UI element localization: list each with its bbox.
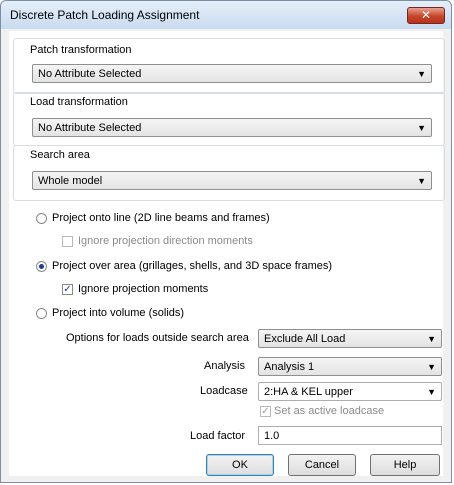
cancel-button[interactable]: Cancel (288, 454, 356, 476)
project-volume-radio[interactable] (36, 308, 47, 319)
close-icon: ✕ (420, 8, 432, 22)
chevron-down-icon: ▼ (417, 69, 426, 79)
patch-transformation-value: No Attribute Selected (38, 68, 142, 80)
outside-search-area-label: Options for loads outside search area (66, 332, 249, 344)
patch-transformation-select[interactable]: No Attribute Selected ▼ (32, 64, 432, 83)
analysis-label: Analysis (204, 360, 245, 372)
ignore-direction-moments-label: Ignore projection direction moments (78, 235, 253, 247)
project-area-label: Project over area (grillages, shells, an… (52, 260, 333, 272)
load-transformation-value: No Attribute Selected (38, 122, 142, 134)
close-button[interactable]: ✕ (407, 7, 445, 24)
search-area-label: Search area (28, 149, 92, 161)
set-active-loadcase-checkbox[interactable]: ✓ (260, 406, 271, 417)
chevron-down-icon: ▼ (417, 176, 426, 186)
load-factor-label: Load factor (190, 430, 246, 442)
loadcase-label: Loadcase (200, 385, 248, 397)
analysis-select[interactable]: Analysis 1 ▼ (258, 357, 442, 376)
chevron-down-icon: ▼ (417, 123, 426, 133)
set-active-loadcase-label: Set as active loadcase (274, 405, 385, 417)
outside-search-area-select[interactable]: Exclude All Load ▼ (258, 329, 442, 348)
analysis-value: Analysis 1 (264, 361, 315, 373)
project-volume-label: Project into volume (solids) (52, 307, 185, 319)
chevron-down-icon: ▼ (427, 387, 436, 397)
help-button[interactable]: Help (370, 454, 440, 476)
load-transformation-select[interactable]: No Attribute Selected ▼ (32, 118, 432, 137)
project-line-radio[interactable] (36, 213, 47, 224)
ignore-projection-moments-label: Ignore projection moments (78, 283, 209, 295)
chevron-down-icon: ▼ (427, 334, 436, 344)
ok-button[interactable]: OK (206, 454, 274, 476)
load-factor-value: 1.0 (264, 430, 280, 442)
search-area-select[interactable]: Whole model ▼ (32, 171, 432, 190)
check-icon: ✓ (63, 284, 72, 295)
search-area-value: Whole model (38, 175, 103, 187)
project-area-radio[interactable] (36, 261, 47, 272)
project-line-label: Project onto line (2D line beams and fra… (52, 212, 270, 224)
title-bar[interactable]: Discrete Patch Loading Assignment ✕ (1, 1, 451, 29)
outside-search-area-value: Exclude All Load (264, 333, 346, 345)
ignore-direction-moments-checkbox[interactable] (62, 236, 73, 247)
chevron-down-icon: ▼ (427, 362, 436, 372)
patch-transformation-label: Patch transformation (28, 44, 134, 56)
load-factor-input[interactable]: 1.0 (258, 426, 442, 445)
dialog-title: Discrete Patch Loading Assignment (10, 8, 200, 22)
loadcase-value: 2:HA & KEL upper (264, 386, 353, 398)
check-icon: ✓ (261, 406, 270, 417)
loadcase-select[interactable]: 2:HA & KEL upper ▼ (258, 382, 442, 401)
ignore-projection-moments-checkbox[interactable]: ✓ (62, 284, 73, 295)
load-transformation-label: Load transformation (28, 96, 130, 108)
